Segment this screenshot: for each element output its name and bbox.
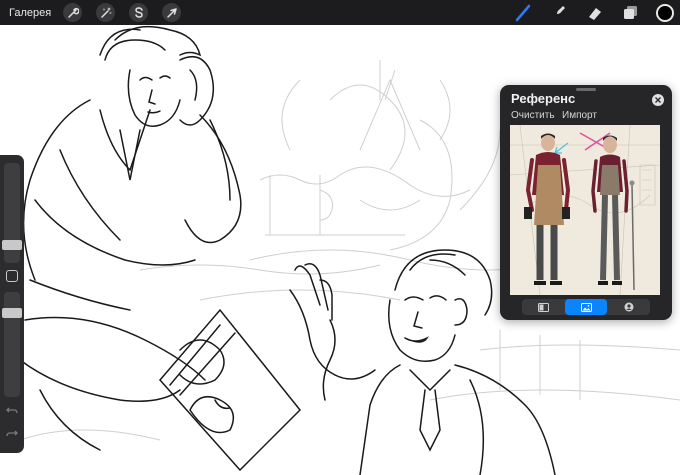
brush-tool-button[interactable] [512,2,534,24]
opacity-thumb[interactable] [2,308,22,318]
reference-import-button[interactable]: Импорт [562,110,597,121]
image-tab[interactable] [564,299,608,315]
redo-button[interactable] [5,428,19,440]
reference-characters-art [510,125,660,295]
eraser-tool-button[interactable] [584,2,606,24]
brush-icon [515,4,531,21]
adjustments-button[interactable] [96,3,116,22]
reference-title: Референс [511,91,576,106]
opacity-slider[interactable] [2,292,22,397]
left-sidebar [0,155,24,453]
undo-icon [6,407,18,414]
transform-button[interactable] [162,3,182,22]
layers-button[interactable] [620,2,642,24]
reference-mode-tabs [522,299,650,315]
gallery-button[interactable]: Галерея [9,7,51,19]
brush-size-slider[interactable] [2,163,22,263]
reference-image [510,125,660,295]
layers-icon [624,5,637,19]
actions-button[interactable] [63,3,83,22]
selection-button[interactable] [129,3,149,22]
top-toolbar: Галерея [0,0,680,25]
close-icon [655,97,661,103]
redo-icon [6,430,18,437]
wrench-icon [67,7,79,18]
right-toolset [512,0,680,25]
transform-arrow-icon [166,7,177,18]
face-icon [624,302,634,312]
magic-wand-icon [100,7,112,18]
undo-button[interactable] [5,405,19,417]
image-icon [580,302,592,312]
reference-close-button[interactable] [652,94,664,106]
canvas-tab[interactable] [522,299,565,315]
brush-size-thumb[interactable] [2,240,22,250]
smudge-icon [557,5,565,20]
canvas-icon [537,302,549,312]
reference-clear-button[interactable]: Очистить [511,110,555,121]
reference-drag-handle[interactable] [576,88,596,91]
color-picker-button[interactable] [656,3,674,22]
face-tab[interactable] [607,299,650,315]
selection-s-icon [134,6,143,18]
eraser-icon [589,7,601,20]
smudge-tool-button[interactable] [548,2,570,24]
modifier-button[interactable] [6,270,18,282]
reference-panel[interactable]: Референс Очистить Импорт [500,85,672,320]
